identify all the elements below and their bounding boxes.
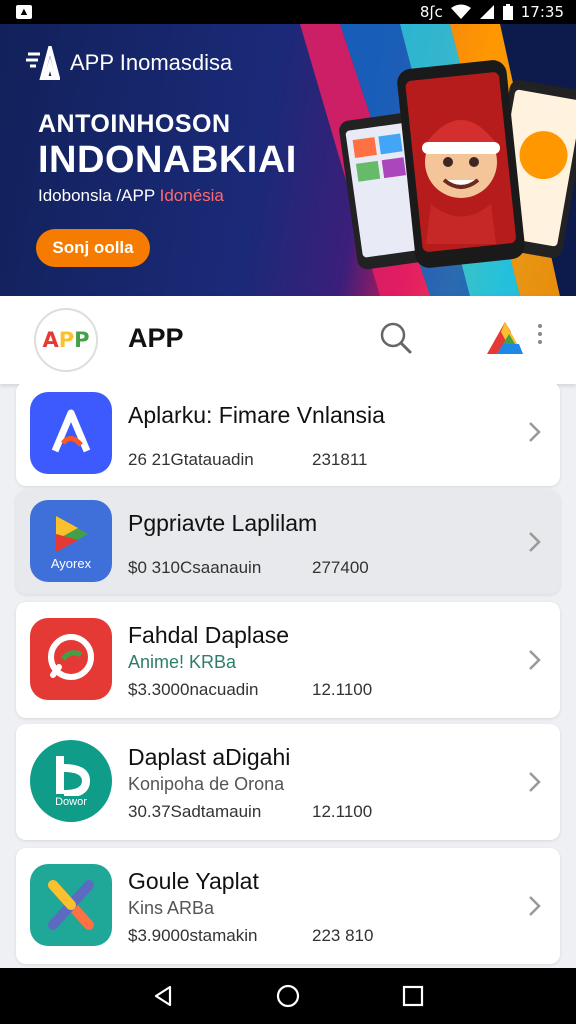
system-nav-bar — [0, 968, 576, 1024]
wifi-icon — [450, 4, 471, 19]
app-meta-right: 223 810 — [312, 926, 374, 945]
app-meta-right: 277400 — [312, 558, 369, 577]
app-name: Goule Yaplat — [128, 868, 259, 894]
b-teal-icon: Dowor — [30, 740, 112, 822]
chevron-right-icon — [529, 422, 541, 442]
battery-icon — [502, 4, 513, 20]
app-meta-right: 12.1100 — [312, 802, 373, 821]
list-item[interactable]: Fahdal Daplase Anime! KRBa $3.3000nacuad… — [16, 602, 560, 718]
banner-brand-text: APP Inomasdisa — [70, 50, 233, 75]
colorful-a-icon[interactable] — [483, 316, 527, 360]
banner-brand: APP Inomasdisa — [24, 46, 232, 80]
app-list: Aplarku: Fimare Vnlansia 26 21Gtatauadin… — [0, 384, 576, 968]
app-logo[interactable]: APP — [34, 308, 98, 372]
more-vert-icon[interactable] — [534, 320, 546, 350]
status-time: 17:35 — [520, 3, 564, 21]
chevron-right-icon — [529, 896, 541, 916]
promo-banner[interactable]: APP Inomasdisa ANTOINHOSON INDONABKIAI I… — [0, 24, 576, 296]
app-notification-icon: ▲ — [16, 5, 32, 19]
app-subtitle: Anime! KRBa — [128, 652, 237, 672]
banner-subtitle: ANTOINHOSON — [38, 110, 231, 138]
app-meta-left: 26 21Gtatauadin — [128, 450, 254, 469]
chat-red-icon — [30, 618, 112, 700]
app-icon-label: Dowor — [55, 796, 87, 808]
app-name: Fahdal Daplase — [128, 622, 290, 648]
brand-logo-icon — [26, 46, 60, 80]
app-meta-left: $3.3000nacuadin — [128, 680, 259, 699]
banner-title: INDONABKIAI — [38, 139, 297, 181]
x-teal-icon — [30, 864, 112, 946]
app-meta-left: 30.37Sadtamauin — [128, 802, 262, 821]
signal-icon — [479, 5, 494, 19]
chevron-right-icon — [529, 532, 541, 552]
app-subtitle: Konipoha de Orona — [128, 774, 285, 794]
app-logo-text: APP — [42, 328, 90, 352]
back-icon[interactable] — [145, 978, 181, 1014]
list-item[interactable]: Ayorex Pgpriavte Laplilam $0 310Csaanaui… — [16, 490, 560, 594]
banner-tagline-plain: Idobonsla /APP — [38, 186, 160, 205]
app-name: Daplast aDigahi — [128, 744, 291, 770]
search-icon[interactable] — [376, 318, 416, 358]
app-icon-label: Ayorex — [50, 555, 92, 571]
app-meta-left: $0 310Csaanauin — [128, 558, 262, 577]
a-logo-icon — [30, 392, 112, 474]
home-icon[interactable] — [270, 978, 306, 1014]
banner-tagline-accent: Idonésia — [159, 186, 224, 205]
chevron-right-icon — [529, 772, 541, 792]
app-subtitle: Kins ARBa — [128, 898, 215, 918]
chevron-right-icon — [529, 650, 541, 670]
list-item[interactable]: Aplarku: Fimare Vnlansia 26 21Gtatauadin… — [16, 384, 560, 486]
play-triangle-icon: Ayorex — [30, 500, 112, 582]
app-name: Pgpriavte Laplilam — [128, 510, 318, 536]
banner-tagline: Idobonsla /APP Idonésia — [38, 186, 224, 206]
status-bar: ▲ 8ʃc 17:35 — [0, 0, 576, 24]
app-meta-right: 231811 — [312, 450, 368, 469]
list-item[interactable]: Dowor Daplast aDigahi Konipoha de Orona … — [16, 724, 560, 840]
app-meta-left: $3.9000stamakin — [128, 926, 258, 945]
phones-illustration — [339, 60, 576, 270]
status-indicator-text: 8ʃc — [419, 3, 443, 21]
banner-cta-button[interactable]: Sonj oolla — [36, 229, 150, 267]
list-item[interactable]: Goule Yaplat Kins ARBa $3.9000stamakin 2… — [16, 848, 560, 964]
page-title: APP — [128, 323, 184, 353]
recents-icon[interactable] — [395, 978, 431, 1014]
app-header: APP APP — [0, 296, 576, 384]
app-meta-right: 12.1100 — [312, 680, 373, 699]
app-name: Aplarku: Fimare Vnlansia — [128, 402, 385, 428]
